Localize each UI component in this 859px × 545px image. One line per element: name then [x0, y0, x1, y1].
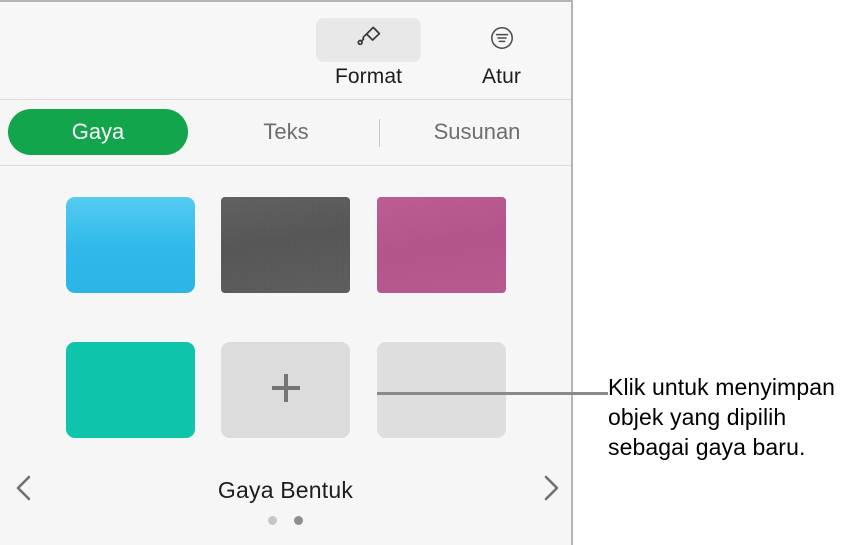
- page-dot-1[interactable]: [268, 516, 277, 525]
- shape-styles-title: Gaya Bentuk: [217, 477, 354, 503]
- format-toolbar-label: Format: [334, 65, 403, 88]
- arrange-align-icon: [487, 23, 517, 58]
- inspector-toolbar: Format Atur: [0, 2, 571, 100]
- add-style-button[interactable]: [221, 342, 350, 438]
- atur-icon-container: [449, 18, 554, 62]
- atur-toolbar-label: Atur: [482, 65, 521, 88]
- paintbrush-icon: [354, 23, 384, 58]
- format-toolbar-button[interactable]: Format: [316, 18, 421, 90]
- format-inspector-panel: Format Atur Gaya Teks Susunan Gaya Bentu…: [0, 0, 573, 545]
- tab-gaya[interactable]: Gaya: [8, 109, 188, 155]
- tab-susunan[interactable]: Susunan: [392, 109, 562, 155]
- style-swatch-gray-texture[interactable]: [221, 197, 350, 293]
- page-dot-2[interactable]: [294, 516, 303, 525]
- tab-teks[interactable]: Teks: [212, 109, 360, 155]
- plus-icon: [264, 366, 308, 415]
- style-swatch-pink[interactable]: [377, 197, 506, 293]
- inspector-tab-bar: Gaya Teks Susunan: [0, 100, 571, 166]
- callout-leader-line: [377, 392, 608, 395]
- tab-separator: [379, 119, 380, 147]
- style-swatch-teal[interactable]: [66, 342, 195, 438]
- style-swatch-empty[interactable]: [377, 342, 506, 438]
- format-icon-container: [316, 18, 421, 62]
- style-swatch-blue-gradient[interactable]: [66, 197, 195, 293]
- atur-toolbar-button[interactable]: Atur: [449, 18, 554, 90]
- shape-styles-grid: [0, 166, 571, 500]
- styles-pagination-dots: [0, 516, 571, 525]
- callout-text: Klik untuk menyimpan objek yang dipilih …: [608, 374, 835, 460]
